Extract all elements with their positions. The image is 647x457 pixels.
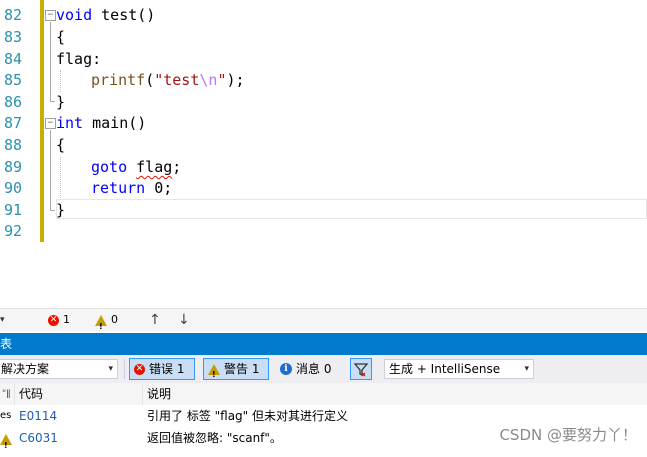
editor-status-strip: ▾ ✕ 1 0 ↑ ↓	[0, 308, 647, 338]
column-header-description[interactable]: 说明	[147, 383, 171, 405]
code-line: void test()	[56, 5, 155, 27]
sort-icon[interactable]: "ǁ	[2, 383, 11, 405]
collapse-icon[interactable]: −	[45, 118, 56, 129]
panel-title: 表	[0, 337, 13, 351]
chevron-down-icon: ▾	[108, 364, 113, 374]
indent-guide	[60, 157, 61, 200]
line-number: 84	[3, 50, 22, 68]
line-number: 92	[3, 222, 22, 240]
column-header-code[interactable]: 代码	[19, 383, 43, 405]
errors-filter-button[interactable]: ✕ 错误 1	[129, 358, 195, 380]
error-description: 引用了 标签 "flag" 但未对其进行定义	[147, 409, 349, 423]
indent-guide	[60, 70, 61, 92]
scope-dropdown[interactable]: 解决方案 ▾	[0, 359, 118, 379]
line-number: 89	[3, 158, 22, 176]
code-line: printf("test\n");	[91, 70, 245, 92]
code-text: (	[145, 71, 155, 89]
change-tracking-bar	[40, 0, 44, 242]
error-description: 返回值被忽略: "scanf"。	[147, 431, 282, 445]
column-divider[interactable]	[142, 383, 143, 405]
errors-button-label: 错误 1	[149, 362, 185, 376]
escape-sequence: \n	[199, 71, 218, 89]
code-text: 0;	[145, 179, 173, 197]
info-icon: i	[280, 363, 292, 375]
build-source-value: 生成 + IntelliSense	[389, 362, 501, 376]
messages-filter-button[interactable]: i 消息 0	[280, 358, 331, 380]
warnings-filter-button[interactable]: 警告 1	[203, 358, 269, 385]
code-text: ;	[172, 158, 182, 176]
fold-guide-end	[50, 210, 55, 211]
messages-button-label: 消息 0	[296, 362, 332, 376]
previous-issue-arrow-icon[interactable]: ↑	[149, 309, 161, 331]
function-name: printf	[91, 71, 146, 89]
line-number: 87	[3, 114, 22, 132]
code-line: goto flag;	[91, 157, 181, 179]
code-line: flag:	[56, 50, 102, 68]
line-number: 90	[3, 179, 22, 197]
code-line: {	[56, 28, 66, 46]
chevron-down-icon[interactable]: ▾	[0, 309, 5, 331]
code-line: int main()	[56, 113, 146, 135]
code-text: );	[226, 71, 245, 89]
code-text: test()	[92, 6, 156, 24]
error-code-link[interactable]: E0114	[19, 405, 57, 427]
chevron-down-icon: ▾	[524, 364, 529, 374]
error-list-header: "ǁ 代码 说明	[0, 383, 647, 406]
line-number: 88	[3, 136, 22, 154]
line-number: 83	[3, 28, 22, 46]
toolbar-separator	[124, 359, 125, 379]
line-number: 86	[3, 93, 22, 111]
collapse-icon[interactable]: −	[45, 10, 56, 21]
code-editor[interactable]: 82 83 84 85 86 87 88 89 90 91 92 − − voi…	[0, 0, 647, 308]
code-line: }	[56, 93, 66, 111]
next-issue-arrow-icon[interactable]: ↓	[178, 309, 190, 331]
error-count: 1	[63, 313, 70, 326]
error-count-indicator[interactable]: ✕ 1	[48, 309, 70, 331]
fold-guide	[50, 130, 51, 210]
error-icon: ✕	[134, 363, 145, 375]
warning-icon	[208, 363, 220, 385]
line-number: 82	[3, 6, 22, 24]
fold-guide	[50, 22, 51, 101]
fold-guide-end	[50, 101, 55, 102]
keyword: goto	[91, 158, 128, 176]
line-number: 91	[3, 201, 22, 219]
column-divider[interactable]	[14, 383, 15, 405]
error-code-link[interactable]: C6031	[19, 427, 58, 449]
error-squiggle-label[interactable]: flag	[136, 158, 172, 176]
code-line: {	[56, 136, 66, 154]
current-line-highlight	[56, 199, 647, 219]
code-text: main()	[83, 114, 147, 132]
warning-count: 0	[111, 313, 118, 326]
row-prefix: es	[0, 410, 12, 421]
error-list-title-bar[interactable]: 表	[0, 333, 647, 358]
watermark: CSDN @要努力丫！	[499, 426, 637, 444]
line-number: 85	[3, 71, 22, 89]
scope-dropdown-value: 解决方案	[1, 362, 50, 376]
keyword: return	[91, 179, 146, 197]
keyword: void	[56, 6, 93, 24]
code-line: return 0;	[91, 178, 172, 200]
error-list-toolbar: 解决方案 ▾ ✕ 错误 1 警告 1 i 消息 0 生成 + IntelliSe…	[0, 355, 647, 385]
warning-icon	[95, 314, 107, 338]
keyword: int	[56, 114, 84, 132]
error-icon: ✕	[48, 314, 59, 326]
warnings-button-label: 警告 1	[224, 362, 260, 376]
filter-icon[interactable]	[350, 358, 372, 380]
warning-icon	[0, 432, 12, 457]
build-source-dropdown[interactable]: 生成 + IntelliSense ▾	[384, 359, 534, 379]
string-literal: "test	[154, 71, 200, 89]
warning-count-indicator[interactable]: 0	[95, 309, 118, 338]
code-line: }	[56, 201, 66, 219]
